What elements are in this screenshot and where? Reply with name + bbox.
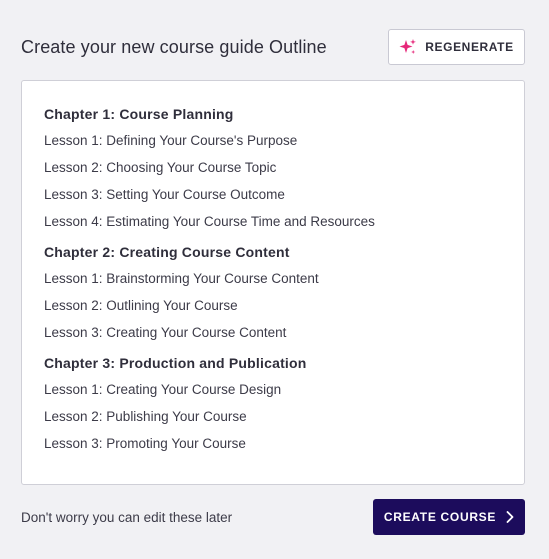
lesson-item: Lesson 3: Creating Your Course Content <box>44 325 287 340</box>
chevron-right-icon <box>506 511 514 523</box>
footer: Don't worry you can edit these later CRE… <box>21 499 525 535</box>
chapter-title: Chapter 2: Creating Course Content <box>44 244 290 260</box>
course-outline-panel: Create your new course guide Outline REG… <box>0 0 549 559</box>
lesson-item: Lesson 2: Choosing Your Course Topic <box>44 160 277 175</box>
sparkle-icon <box>399 38 417 56</box>
header: Create your new course guide Outline REG… <box>21 29 525 65</box>
chapter-1: Chapter 1: Course Planning Lesson 1: Def… <box>44 104 502 232</box>
lesson-item: Lesson 3: Promoting Your Course <box>44 436 246 451</box>
lesson-item: Lesson 2: Publishing Your Course <box>44 409 247 424</box>
chapter-title: Chapter 3: Production and Publication <box>44 355 307 371</box>
lesson-item: Lesson 3: Setting Your Course Outcome <box>44 187 285 202</box>
regenerate-label: REGENERATE <box>425 40 514 54</box>
lesson-item: Lesson 1: Defining Your Course's Purpose <box>44 133 298 148</box>
lesson-item: Lesson 4: Estimating Your Course Time an… <box>44 214 375 229</box>
create-course-label: CREATE COURSE <box>383 510 497 524</box>
edit-later-note: Don't worry you can edit these later <box>21 509 233 525</box>
lesson-item: Lesson 2: Outlining Your Course <box>44 298 238 313</box>
lesson-item: Lesson 1: Brainstorming Your Course Cont… <box>44 271 319 286</box>
chapter-title: Chapter 1: Course Planning <box>44 106 234 122</box>
lesson-item: Lesson 1: Creating Your Course Design <box>44 382 282 397</box>
chapter-2: Chapter 2: Creating Course Content Lesso… <box>44 242 502 343</box>
create-course-button[interactable]: CREATE COURSE <box>373 499 525 535</box>
chapter-3: Chapter 3: Production and Publication Le… <box>44 353 502 454</box>
regenerate-button[interactable]: REGENERATE <box>388 29 525 65</box>
page-title: Create your new course guide Outline <box>21 36 327 57</box>
outline-box: Chapter 1: Course Planning Lesson 1: Def… <box>21 80 525 485</box>
